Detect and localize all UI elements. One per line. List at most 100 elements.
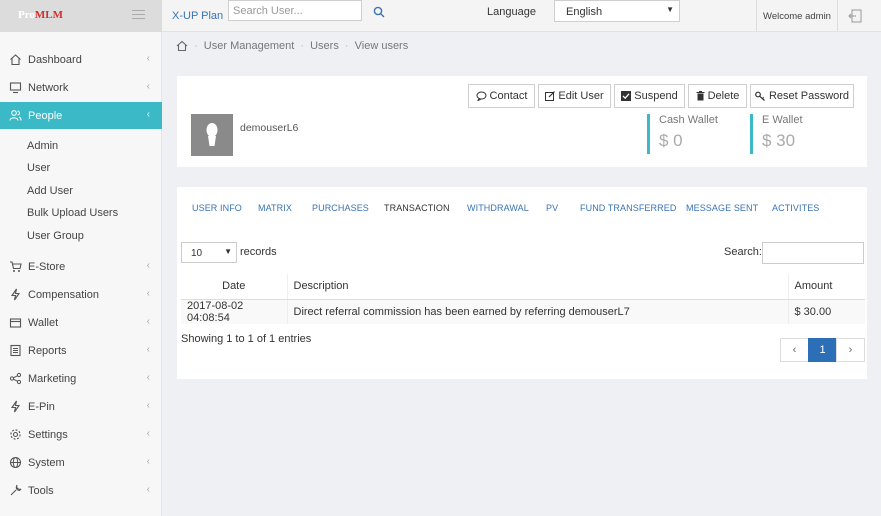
e-wallet-value: $ 30 [762,131,796,150]
chevron-left-icon: ‹ [146,109,150,120]
wallet-icon [9,318,22,328]
sidebar-subitem-user[interactable]: User [27,162,50,174]
page-1-button[interactable]: 1 [808,338,837,362]
suspend-button[interactable]: Suspend [614,84,685,108]
transactions-card: USER INFO MATRIX PURCHASES TRANSACTION W… [177,187,867,379]
prev-page-button[interactable]: ‹ [780,338,809,362]
chevron-left-icon: ‹ [146,428,150,439]
records-label: records [240,246,277,258]
sidebar-item-label: E-Pin [28,401,55,413]
welcome-text: Welcome admin [756,0,838,31]
sidebar-item-label: Dashboard [28,54,82,66]
tab-withdrawal[interactable]: WITHDRAWAL [467,203,529,213]
sidebar-item-system[interactable]: System ‹ [0,449,162,476]
sidebar-subitem-user-group[interactable]: User Group [27,230,84,242]
sidebar-item-compensation[interactable]: Compensation ‹ [0,281,162,308]
breadcrumb-users[interactable]: Users [310,40,339,52]
next-page-button[interactable]: › [836,338,865,362]
logout-icon[interactable] [848,9,862,23]
search-icon[interactable] [373,6,385,18]
e-wallet: E Wallet $ 30 [750,114,803,154]
reset-password-label: Reset Password [768,90,850,102]
chevron-left-icon: ‹ [146,344,150,355]
column-header-amount[interactable]: Amount [788,274,865,300]
tab-message-sent[interactable]: MESSAGE SENT [686,203,758,213]
sidebar-subitem-bulk-upload-users[interactable]: Bulk Upload Users [27,207,118,219]
network-icon [9,82,22,94]
sidebar-item-label: Reports [28,345,67,357]
tab-activites[interactable]: ACTIVITES [772,203,819,213]
sidebar-item-wallet[interactable]: Wallet ‹ [0,309,162,336]
home-icon [10,54,21,66]
table-search-input[interactable] [762,242,864,264]
plan-link[interactable]: X-UP Plan [172,10,223,22]
sidebar-item-label: Compensation [28,289,99,301]
sidebar-item-marketing[interactable]: Marketing ‹ [0,365,162,392]
sidebar-item-dashboard[interactable]: Dashboard ‹ [0,46,162,73]
delete-button[interactable]: Delete [688,84,747,108]
sidebar-item-reports[interactable]: Reports ‹ [0,337,162,364]
sidebar-subitem-admin[interactable]: Admin [27,140,58,152]
chevron-left-icon: ‹ [146,484,150,495]
sidebar-item-people[interactable]: People ‹ [0,102,162,129]
sidebar-subitem-add-user[interactable]: Add User [27,185,73,197]
sidebar-item-settings[interactable]: Settings ‹ [0,421,162,448]
chevron-left-icon: ‹ [146,456,150,467]
menu-toggle-icon[interactable] [132,10,145,21]
contact-label: Contact [489,90,528,102]
pagination: ‹ 1 › [780,338,865,362]
sidebar-item-tools[interactable]: Tools ‹ [0,477,162,504]
bolt-icon [10,288,21,301]
sidebar-item-e-store[interactable]: E-Store ‹ [0,253,162,280]
brand-area: ProMLM [0,0,162,32]
cash-wallet-value: $ 0 [659,131,683,150]
sidebar-item-label: Marketing [28,373,77,385]
sidebar-item-label: People [28,110,63,122]
breadcrumb-view-users: View users [354,40,409,53]
tab-matrix[interactable]: MATRIX [258,203,292,213]
column-header-date[interactable]: Date [181,274,288,300]
contact-button[interactable]: Contact [468,84,535,108]
chat-icon [476,91,487,102]
logo[interactable]: ProMLM [18,9,63,21]
language-label: Language [487,6,536,18]
trash-icon [696,91,705,101]
sidebar-item-network[interactable]: Network ‹ [0,74,162,101]
edit-user-button[interactable]: Edit User [538,84,611,108]
tab-fund-transferred[interactable]: FUND TRANSFERRED [580,203,676,213]
suspend-label: Suspend [634,90,678,102]
sidebar-item-label: Wallet [28,317,59,329]
tab-transaction[interactable]: TRANSACTION [384,203,450,213]
table-header-row: Date Description Amount [181,274,865,300]
page-length-select[interactable]: 10 ▼ [181,242,237,263]
sidebar-item-e-pin[interactable]: E-Pin ‹ [0,393,162,420]
tab-pv[interactable]: PV [546,203,558,213]
sidebar: Dashboard ‹ Network ‹ People ‹ Admin Use… [0,32,162,516]
cell-description: Direct referral commission has been earn… [287,299,789,324]
logo-prefix: Pro [18,9,35,21]
chevron-left-icon: ‹ [146,53,150,64]
search-user-input[interactable] [228,0,362,21]
report-icon [10,344,21,357]
tab-user-info[interactable]: USER INFO [192,203,242,213]
chevron-left-icon: ‹ [146,316,150,327]
chevron-left-icon: ‹ [146,372,150,383]
cart-icon [10,261,22,272]
chevron-left-icon: ‹ [146,260,150,271]
breadcrumb-separator: · [194,40,198,53]
breadcrumb: · User Management · Users · View users [176,40,408,52]
language-value: English [566,6,603,18]
chevron-down-icon: ▼ [224,247,232,256]
home-icon[interactable] [176,40,188,52]
avatar [191,114,233,156]
language-select[interactable]: English ▼ [554,0,680,22]
logo-suffix: MLM [34,9,64,21]
reset-password-button[interactable]: Reset Password [750,84,854,108]
cash-wallet: Cash Wallet $ 0 [647,114,718,154]
breadcrumb-user-management[interactable]: User Management [204,40,295,52]
breadcrumb-separator: · [300,40,305,53]
tab-purchases[interactable]: PURCHASES [312,203,369,213]
share-icon [9,372,22,385]
column-header-description[interactable]: Description [287,274,789,300]
chevron-left-icon: ‹ [146,81,150,92]
